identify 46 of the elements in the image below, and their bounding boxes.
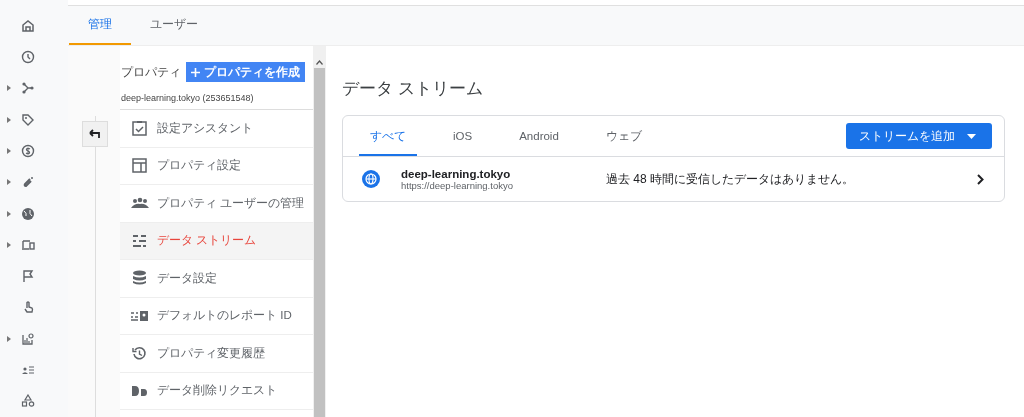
- filter-tab[interactable]: iOS: [442, 116, 484, 156]
- expand-caret-icon[interactable]: [7, 147, 11, 154]
- expand-caret-icon[interactable]: [7, 210, 11, 217]
- expand-caret-icon[interactable]: [7, 85, 11, 92]
- stream-row[interactable]: deep-learning.tokyo https://deep-learning.tokyo 過去 48 時間に受信したデータはありません。: [343, 157, 1004, 201]
- stream-icon: [132, 233, 147, 248]
- plus-icon: [191, 67, 200, 77]
- dollar-icon[interactable]: [21, 143, 35, 158]
- shapes-icon[interactable]: [21, 394, 35, 409]
- filter-tab[interactable]: ウェブ: [594, 116, 653, 156]
- history-icon: [132, 345, 147, 361]
- filter-tab[interactable]: Android: [508, 116, 570, 156]
- stream-url: https://deep-learning.tokyo: [401, 179, 514, 191]
- stream-name: deep-learning.tokyo: [401, 167, 512, 180]
- menu-item[interactable]: データ ストリーム: [120, 222, 313, 260]
- devices-icon[interactable]: [21, 237, 35, 252]
- add-stream-button[interactable]: ストリームを追加: [846, 123, 992, 149]
- expand-caret-icon[interactable]: [7, 116, 11, 123]
- page-title: データ ストリーム: [342, 78, 484, 100]
- chevron-right-icon: [977, 173, 984, 185]
- expand-caret-icon[interactable]: [7, 241, 11, 248]
- branch-icon[interactable]: [21, 81, 35, 96]
- home-icon[interactable]: [21, 18, 35, 33]
- report-icon[interactable]: [21, 331, 35, 346]
- property-label: プロパティ: [121, 63, 181, 81]
- id-card-icon: [130, 309, 149, 322]
- flag-icon[interactable]: [21, 269, 35, 284]
- dropdown-caret-icon: [967, 133, 976, 139]
- hand-icon[interactable]: [21, 300, 35, 315]
- back-button[interactable]: [82, 121, 108, 147]
- back-arrow-icon: [89, 129, 101, 139]
- database-icon: [132, 270, 147, 287]
- filter-tab[interactable]: すべて: [359, 116, 417, 156]
- group-icon: [130, 197, 149, 210]
- expand-caret-icon[interactable]: [7, 335, 11, 342]
- admin-tab[interactable]: ユーザー: [131, 6, 217, 45]
- expand-caret-icon[interactable]: [7, 179, 11, 186]
- tag-icon[interactable]: [21, 112, 35, 127]
- scrollbar[interactable]: [313, 46, 326, 417]
- clock-icon[interactable]: [21, 49, 35, 64]
- create-property-button[interactable]: プロパティを作成: [186, 62, 305, 82]
- clipboard-check-icon: [132, 120, 147, 137]
- scroll-up-icon[interactable]: [316, 60, 323, 65]
- stream-status: 過去 48 時間に受信したデータはありません。: [606, 170, 854, 188]
- letters-icon: [130, 384, 149, 397]
- layout-icon: [132, 158, 147, 174]
